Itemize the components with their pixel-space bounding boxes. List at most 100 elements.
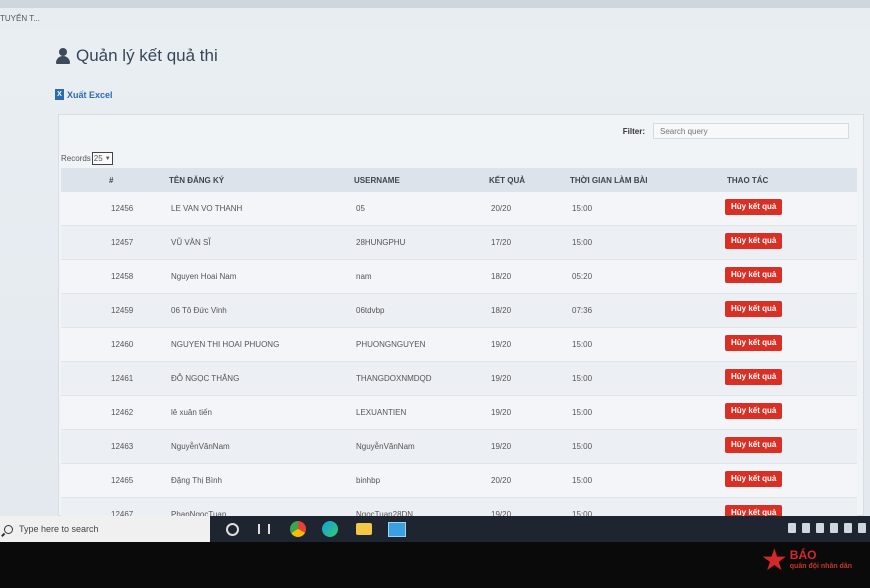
cancel-result-button[interactable]: Hủy kết quả bbox=[725, 267, 783, 283]
col-header-score[interactable]: KẾT QUẢ bbox=[489, 176, 525, 185]
cancel-result-button[interactable]: Hủy kết quả bbox=[725, 301, 783, 317]
photos-icon[interactable] bbox=[388, 522, 406, 537]
cancel-result-button[interactable]: Hủy kết quả bbox=[725, 403, 783, 419]
tab-label[interactable]: TUYỂN T... bbox=[0, 14, 40, 23]
table-row: 12462 lê xuân tiến LEXUANTIEN 19/20 15:00 Hủy… bbox=[61, 396, 857, 430]
cell-id: 12460 bbox=[111, 340, 134, 349]
cancel-result-button[interactable]: Hủy kết quả bbox=[725, 335, 783, 351]
cancel-result-button[interactable]: Hủy kết quả bbox=[725, 369, 783, 385]
watermark-text: BÁO quân đội nhân dân bbox=[790, 549, 852, 573]
watermark-line2: quân đội nhân dân bbox=[789, 563, 852, 570]
star-icon: ★ bbox=[760, 544, 788, 577]
cell-time: 15:00 bbox=[572, 476, 593, 485]
cell-score: 19/20 bbox=[491, 340, 512, 349]
taskbar-search[interactable]: Type here to search bbox=[0, 516, 210, 542]
records-control: Records 25 ▼ bbox=[61, 152, 113, 165]
tray-icon[interactable] bbox=[802, 523, 810, 533]
col-header-name[interactable]: TÊN ĐĂNG KÝ bbox=[169, 176, 224, 185]
cell-id: 12463 bbox=[111, 442, 134, 451]
table-row: 12458 Nguyen Hoai Nam nam 18/20 05:20 Hủy kết… bbox=[61, 260, 857, 294]
tray-icon[interactable] bbox=[844, 523, 852, 533]
tray-icon[interactable] bbox=[788, 523, 796, 533]
tray-icon[interactable] bbox=[858, 523, 866, 533]
table-row: 12465 Đặng Thị Bình binhbp 20/20 15:00 Hủy kế… bbox=[61, 464, 857, 498]
user-icon bbox=[56, 48, 70, 64]
taskbar: Type here to search bbox=[0, 516, 870, 542]
records-label: Records bbox=[61, 154, 91, 163]
cell-username: NguyễnVănNam bbox=[356, 442, 415, 451]
cell-username: 06tdvbp bbox=[356, 306, 385, 315]
cell-username: LEXUANTIEN bbox=[356, 408, 407, 417]
cell-username: THANGDOXNMDQD bbox=[356, 374, 432, 383]
table-row: 12457 VŨ VĂN SĨ 28HUNGPHU 17/20 15:00 Hủy kết… bbox=[61, 226, 857, 260]
cell-score: 18/20 bbox=[491, 306, 512, 315]
main-page: Quản lý kết quả thi X Xuất Excel Filter:… bbox=[0, 30, 870, 532]
edge-icon[interactable] bbox=[322, 521, 338, 537]
cancel-result-button[interactable]: Hủy kết quả bbox=[725, 199, 783, 215]
excel-icon: X bbox=[55, 89, 64, 100]
cell-id: 12457 bbox=[111, 238, 134, 247]
cell-name: Đặng Thị Bình bbox=[171, 476, 222, 485]
folder-icon[interactable] bbox=[356, 523, 372, 535]
cell-id: 12462 bbox=[111, 408, 134, 417]
cell-username: 28HUNGPHU bbox=[356, 238, 406, 247]
watermark-line1: BÁO bbox=[789, 548, 817, 562]
col-header-id[interactable]: # bbox=[109, 176, 113, 185]
table-row: 12460 NGUYEN THI HOAI PHUONG PHUONGNGUYEN 1… bbox=[61, 328, 857, 362]
col-header-action: THAO TÁC bbox=[727, 176, 769, 185]
col-header-username[interactable]: USERNAME bbox=[354, 176, 400, 185]
chrome-icon[interactable] bbox=[290, 521, 306, 537]
cell-id: 12465 bbox=[111, 476, 134, 485]
cell-name: Nguyen Hoai Nam bbox=[171, 272, 237, 281]
cancel-result-button[interactable]: Hủy kết quả bbox=[725, 471, 783, 487]
cell-score: 19/20 bbox=[491, 408, 512, 417]
cell-id: 12459 bbox=[111, 306, 134, 315]
cell-name: LE VAN VO THANH bbox=[171, 204, 243, 213]
cell-score: 18/20 bbox=[491, 272, 512, 281]
cell-username: PHUONGNGUYEN bbox=[356, 340, 426, 349]
table-row: 12459 06 Tô Đức Vinh 06tdvbp 18/20 07:36 Hủy … bbox=[61, 294, 857, 328]
table-body: 12456 LE VAN VO THANH 05 20/20 15:00 Hủy kết … bbox=[61, 192, 857, 532]
cell-time: 15:00 bbox=[572, 238, 593, 247]
table-header: # TÊN ĐĂNG KÝ USERNAME KẾT QUẢ THỜI GIAN… bbox=[61, 168, 857, 193]
cell-name: VŨ VĂN SĨ bbox=[171, 238, 211, 247]
cell-time: 15:00 bbox=[572, 340, 593, 349]
cell-name: lê xuân tiến bbox=[171, 408, 212, 417]
widgets-icon[interactable] bbox=[258, 524, 270, 534]
tray-icon[interactable] bbox=[830, 523, 838, 533]
tray-icon[interactable] bbox=[816, 523, 824, 533]
cell-name: 06 Tô Đức Vinh bbox=[171, 306, 227, 315]
search-icon bbox=[4, 524, 13, 534]
records-select[interactable]: 25 ▼ bbox=[91, 152, 113, 165]
system-tray bbox=[788, 523, 866, 533]
export-excel-button[interactable]: X Xuất Excel bbox=[55, 89, 113, 100]
cell-time: 15:00 bbox=[572, 442, 593, 451]
cell-time: 15:00 bbox=[572, 204, 593, 213]
cell-username: binhbp bbox=[356, 476, 381, 485]
table-row: 12461 ĐỖ NGỌC THẮNG THANGDOXNMDQD 19/20 15:0… bbox=[61, 362, 857, 396]
col-header-time[interactable]: THỜI GIAN LÀM BÀI bbox=[570, 176, 647, 185]
tab-bar: TUYỂN T... bbox=[0, 8, 870, 30]
table-row: 12456 LE VAN VO THANH 05 20/20 15:00 Hủy kết … bbox=[61, 192, 857, 226]
cell-id: 12456 bbox=[111, 204, 134, 213]
cell-time: 15:00 bbox=[572, 374, 593, 383]
cancel-result-button[interactable]: Hủy kết quả bbox=[725, 233, 783, 249]
search-input[interactable] bbox=[653, 123, 849, 139]
filter-group: Filter: bbox=[623, 123, 849, 139]
cell-score: 20/20 bbox=[491, 476, 512, 485]
results-panel: Filter: Records 25 ▼ # TÊN ĐĂNG KÝ USERN… bbox=[58, 114, 864, 532]
task-view-icon[interactable] bbox=[226, 523, 239, 536]
monitor-bezel bbox=[0, 542, 870, 588]
page-title: Quản lý kết quả thi bbox=[76, 46, 218, 65]
table-row: 12463 NguyễnVănNam NguyễnVănNam 19/20 15:00 H… bbox=[61, 430, 857, 464]
cell-name: NguyễnVănNam bbox=[171, 442, 230, 451]
cell-score: 19/20 bbox=[491, 442, 512, 451]
cell-score: 19/20 bbox=[491, 374, 512, 383]
top-strip bbox=[0, 0, 870, 8]
cell-time: 15:00 bbox=[572, 408, 593, 417]
cell-score: 20/20 bbox=[491, 204, 512, 213]
cell-id: 12458 bbox=[111, 272, 134, 281]
cancel-result-button[interactable]: Hủy kết quả bbox=[725, 437, 783, 453]
export-excel-label: Xuất Excel bbox=[67, 89, 113, 100]
cell-score: 17/20 bbox=[491, 238, 512, 247]
